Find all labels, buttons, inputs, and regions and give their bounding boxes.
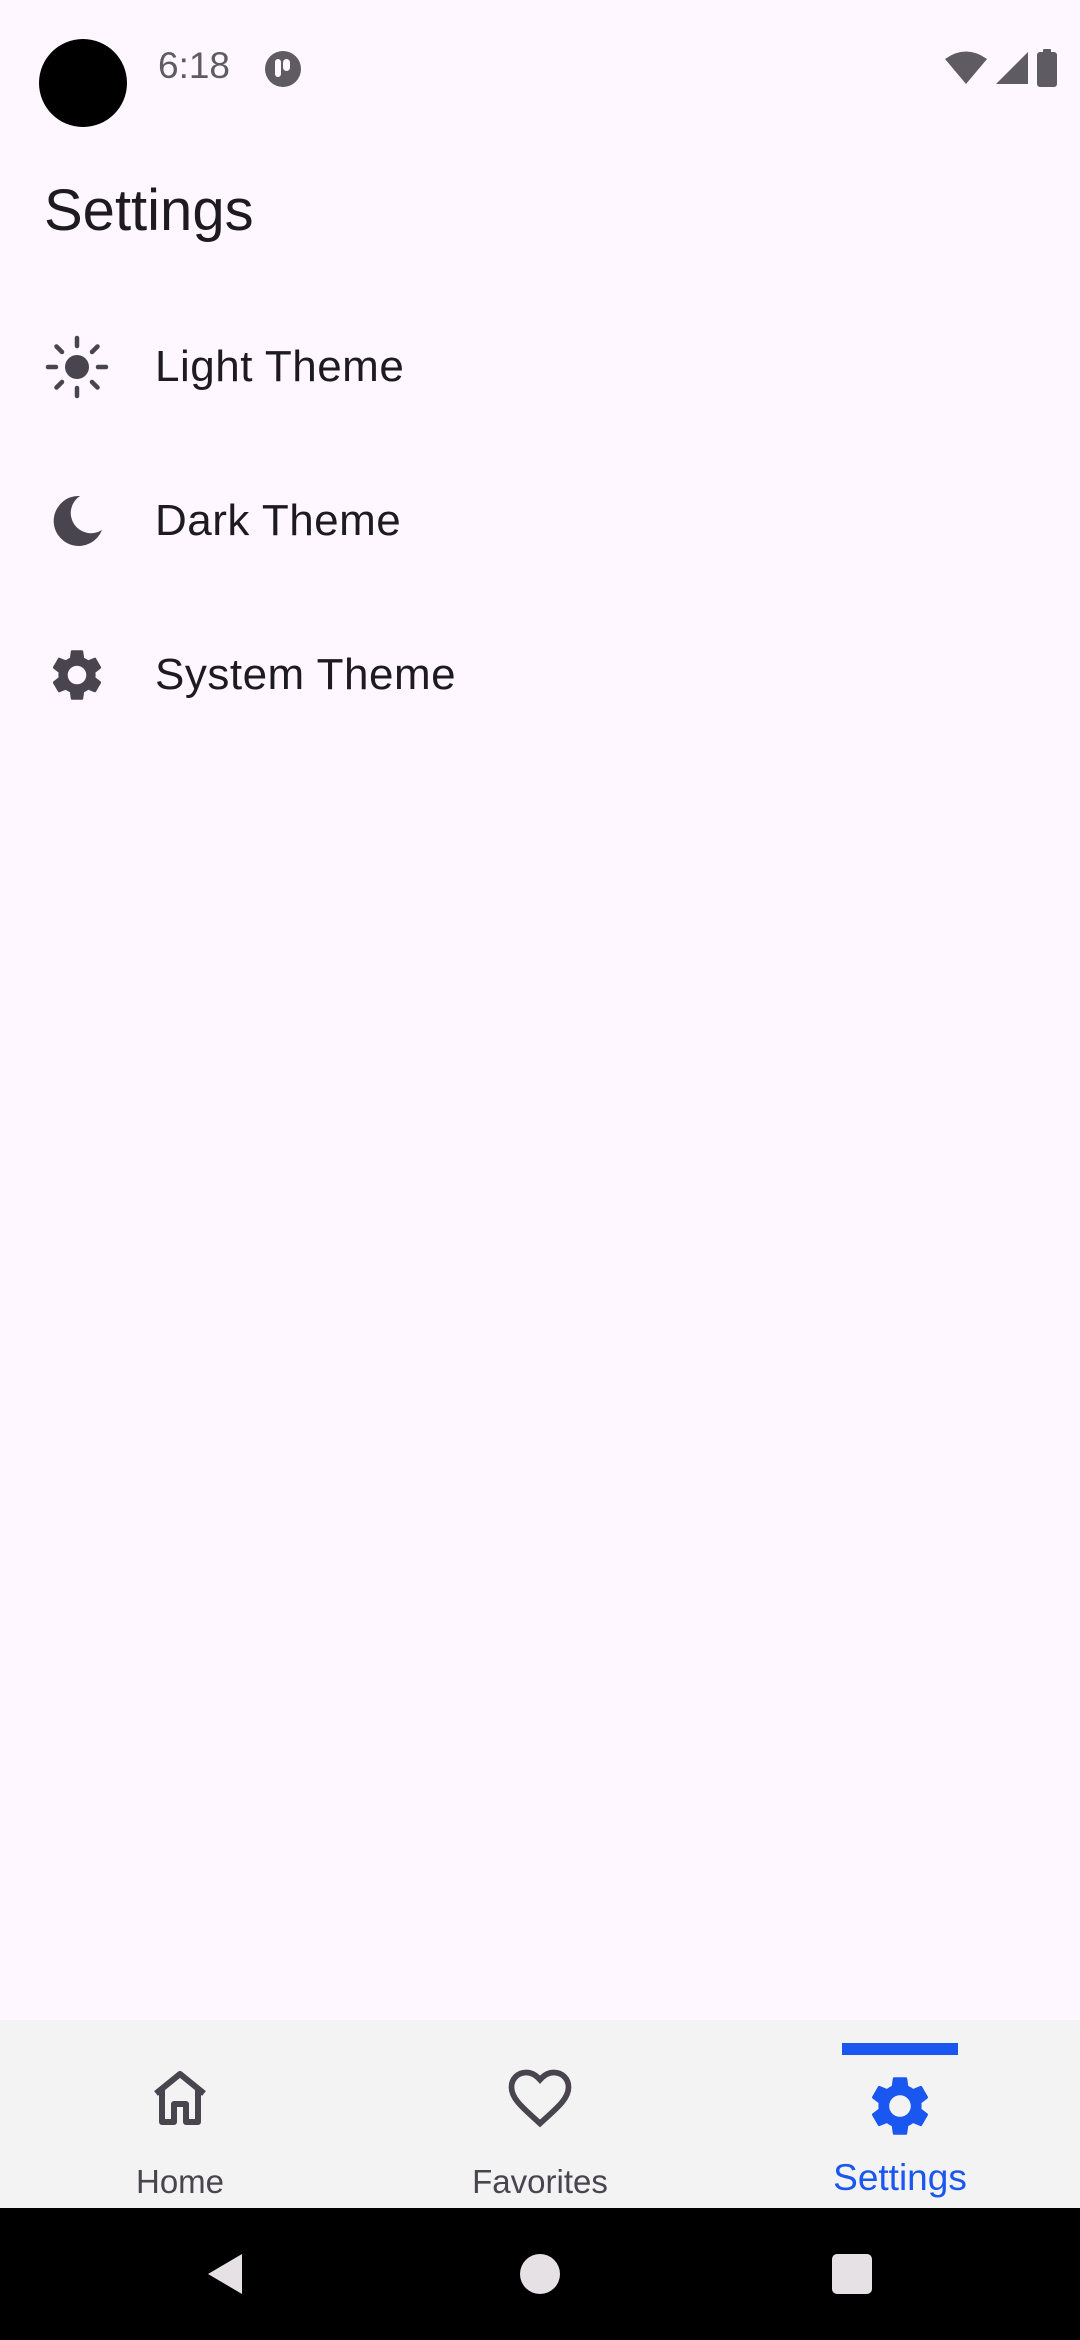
- back-icon[interactable]: [200, 2248, 252, 2300]
- battery-icon: [1037, 49, 1057, 87]
- nav-item-favorites[interactable]: Favorites: [360, 2020, 720, 2208]
- nav-label-home: Home: [135, 2163, 225, 2200]
- moon-icon: [44, 488, 110, 554]
- camera-cutout: [39, 39, 127, 127]
- system-navigation-bar: [0, 2208, 1080, 2340]
- home-circle-icon[interactable]: [514, 2248, 566, 2300]
- light-theme-label: Light Theme: [155, 342, 405, 391]
- nav-label-settings: Settings: [833, 2157, 967, 2198]
- settings-screen: 6:18 Settings Light Theme Dark Theme Sys…: [0, 0, 1080, 2340]
- nav-item-settings[interactable]: Settings: [720, 2020, 1080, 2208]
- dark-theme-option[interactable]: Dark Theme: [0, 444, 1080, 598]
- page-title: Settings: [44, 178, 254, 243]
- sun-icon: [44, 334, 110, 400]
- gear-icon: [871, 2077, 929, 2135]
- bottom-navigation-bar: Home Favorites Settings: [0, 2020, 1080, 2208]
- recents-icon[interactable]: [826, 2248, 878, 2300]
- theme-options-list: Light Theme Dark Theme System Theme: [0, 290, 1080, 752]
- heart-icon: [508, 2069, 572, 2128]
- gear-icon: [44, 642, 110, 708]
- notification-app-icon: [265, 51, 301, 87]
- system-theme-label: System Theme: [155, 650, 457, 699]
- status-icons: [944, 48, 1058, 88]
- dark-theme-label: Dark Theme: [155, 496, 402, 545]
- cellular-signal-icon: [996, 52, 1028, 84]
- active-tab-indicator: [842, 2043, 958, 2055]
- nav-label-favorites: Favorites: [472, 2163, 608, 2200]
- nav-item-home[interactable]: Home: [0, 2020, 360, 2208]
- status-time: 6:18: [158, 45, 231, 86]
- status-bar: 6:18: [0, 0, 1080, 135]
- home-icon: [154, 2071, 206, 2125]
- light-theme-option[interactable]: Light Theme: [0, 290, 1080, 444]
- system-theme-option[interactable]: System Theme: [0, 598, 1080, 752]
- wifi-icon: [945, 51, 987, 84]
